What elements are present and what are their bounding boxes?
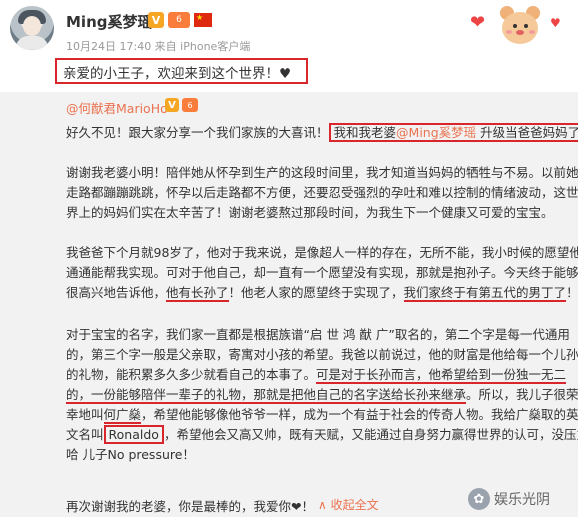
- repost-badges: V 6: [165, 98, 198, 112]
- paragraph-4-line-7: 哈 儿子No pressure！: [66, 447, 195, 462]
- verified-badge-icon: V: [148, 12, 164, 28]
- p4-text-2: 。所以，我儿子很荣: [466, 387, 578, 402]
- p3-text-3: ！: [566, 285, 578, 300]
- paragraph-4-line-6: 文名叫 Ronaldo ，希望他会又高又帅，既有天赋，又能通过自身努力赢得世界的认可…: [66, 424, 578, 444]
- paragraph-2-line-2: 走路都蹦蹦跳跳，怀孕以后走路都不方便，还要忍受强烈的孕吐和难以控制的情绪波动，这…: [66, 185, 578, 200]
- paragraph-4-line-3: 的礼物，能积累多久多少就看自己的本事了。可是对于长孙而言，他希望给到一份独一无二: [66, 364, 567, 384]
- paragraph-3-line-1: 我爸爸下个月就98岁了，他对于我来说，是像超人一样的存在，无所不能，我小时候的愿…: [66, 245, 578, 260]
- p3-underlined-1: 他有长孙了: [166, 285, 229, 302]
- p4-underlined-3: ，那就是把他自己的名字送给长孙来继承: [241, 387, 467, 404]
- p4-text-5: 文名叫: [66, 427, 104, 442]
- paragraph-4-line-4: 的，一份能够陪伴一辈子的礼物，那就是把他自己的名字送给长孙来继承。所以，我儿子很…: [66, 384, 578, 404]
- highlight-box: 我和我老婆@Ming奚梦瑶 升级当爸爸妈妈了: [328, 123, 578, 142]
- p4-text-4: ，希望他能够像他爷爷一样，成为一个有益于社会的传奇人物。我给广燊取的英: [141, 407, 578, 422]
- avatar-face: [23, 16, 41, 36]
- p1-highlight-text: 我和我老婆: [333, 125, 397, 140]
- post-timestamp: 10月24日 17:40 来自 iPhone客户端: [66, 40, 251, 53]
- reposted-weibo[interactable]: @何猷君MarioHo V 6 好久不见！跟大家分享一个我们家族的大喜讯！ 我和我…: [0, 92, 578, 517]
- small-heart-icon: ♥: [550, 16, 561, 30]
- paragraph-4-line-2: 的，第三个字一般是父亲取，寄寓对小孩的希望。我爸以前说过，他的财富是他给每一个儿…: [66, 347, 578, 362]
- p4-text-3: 幸地叫: [66, 407, 104, 422]
- verified-badge-icon: V: [165, 98, 179, 112]
- english-name-highlight: Ronaldo: [103, 425, 164, 444]
- paragraph-4-line-1: 对于宝宝的名字，我们家一直都是根据族谱“启 世 鸿 猷 广”取名的，第二个字是每…: [66, 327, 570, 342]
- p1-text: 好久不见！跟大家分享一个我们家族的大喜讯！: [66, 125, 329, 140]
- p3-text: 很高兴地告诉他，: [66, 285, 167, 300]
- user-badges: V 6: [148, 12, 212, 28]
- mention-link[interactable]: @Ming奚梦瑶: [396, 125, 476, 140]
- black-heart-icon: ♥: [279, 66, 292, 82]
- p3-text-2: ！他老人家的愿望终于实现了，: [228, 285, 404, 300]
- p3-underlined-2: 我们家终于有第五代的男丁了: [403, 285, 567, 302]
- heart-icon: ❤: [470, 12, 486, 33]
- paragraph-1: 好久不见！跟大家分享一个我们家族的大喜讯！ 我和我老婆@Ming奚梦瑶 升级当爸爸…: [66, 122, 578, 142]
- bear-sticker-decoration: ❤ ♥: [470, 2, 570, 52]
- caption-text: 亲爱的小王子，欢迎来到这个世界！: [63, 66, 279, 82]
- p4-underlined-2: 的，一份能够陪伴一辈子的礼物: [66, 387, 242, 404]
- repost-username[interactable]: @何猷君MarioHo: [66, 98, 168, 117]
- paragraph-2-line-3: 界上的妈妈们实在太辛苦了！谢谢老婆熬过那段时间，为我生下一个健康又可爱的宝宝。: [66, 205, 554, 220]
- closing-line: 再次谢谢我的老婆，你是最棒的，我爱你❤！: [66, 499, 314, 514]
- p4-text-6: ，希望他会又高又帅，既有天赋，又能通过自身努力赢得世界的认可，没压力: [163, 427, 578, 442]
- vip-badge-icon: 6: [168, 12, 190, 28]
- china-flag-icon: [194, 13, 212, 27]
- collapse-full-text-link[interactable]: ∧ 收起全文: [318, 496, 379, 513]
- watermark: ✿ 娱乐光阴: [468, 488, 550, 510]
- p4-underlined-1: 可是对于长孙而言，他希望给到一份独一无二: [316, 367, 567, 384]
- post-caption: 亲爱的小王子，欢迎来到这个世界！♥: [55, 58, 308, 84]
- p1-highlight-end: 升级当爸爸妈妈了: [476, 125, 578, 140]
- paragraph-2-line-1: 谢谢我老婆小明！陪伴她从怀孕到生产的这段时间里，我才知道当妈妈的牺牲与不易。以前…: [66, 165, 578, 180]
- wechat-icon: ✿: [468, 488, 490, 510]
- avatar[interactable]: [10, 6, 54, 50]
- avatar-body: [16, 36, 48, 50]
- post-header: Ming奚梦瑶 V 6 10月24日 17:40 来自 iPhone客户端 ❤ …: [0, 0, 578, 92]
- p4-text: 的礼物，能积累多久多少就看自己的本事了。: [66, 367, 317, 382]
- paragraph-3-line-2: 通通能帮我实现。可对于他自己，却一直有一个愿望没有实现，那就是抱孙子。今天终于能…: [66, 265, 578, 280]
- p4-underlined-name: 何广燊: [103, 407, 142, 424]
- paragraph-4-line-5: 幸地叫何广燊，希望他能够像他爷爷一样，成为一个有益于社会的传奇人物。我给广燊取的…: [66, 404, 578, 424]
- vip-badge-icon: 6: [182, 98, 198, 112]
- bear-icon: [496, 2, 544, 48]
- watermark-text: 娱乐光阴: [494, 492, 550, 508]
- paragraph-3-line-3: 很高兴地告诉他，他有长孙了！他老人家的愿望终于实现了，我们家终于有第五代的男丁了…: [66, 282, 578, 302]
- username[interactable]: Ming奚梦瑶: [66, 11, 153, 32]
